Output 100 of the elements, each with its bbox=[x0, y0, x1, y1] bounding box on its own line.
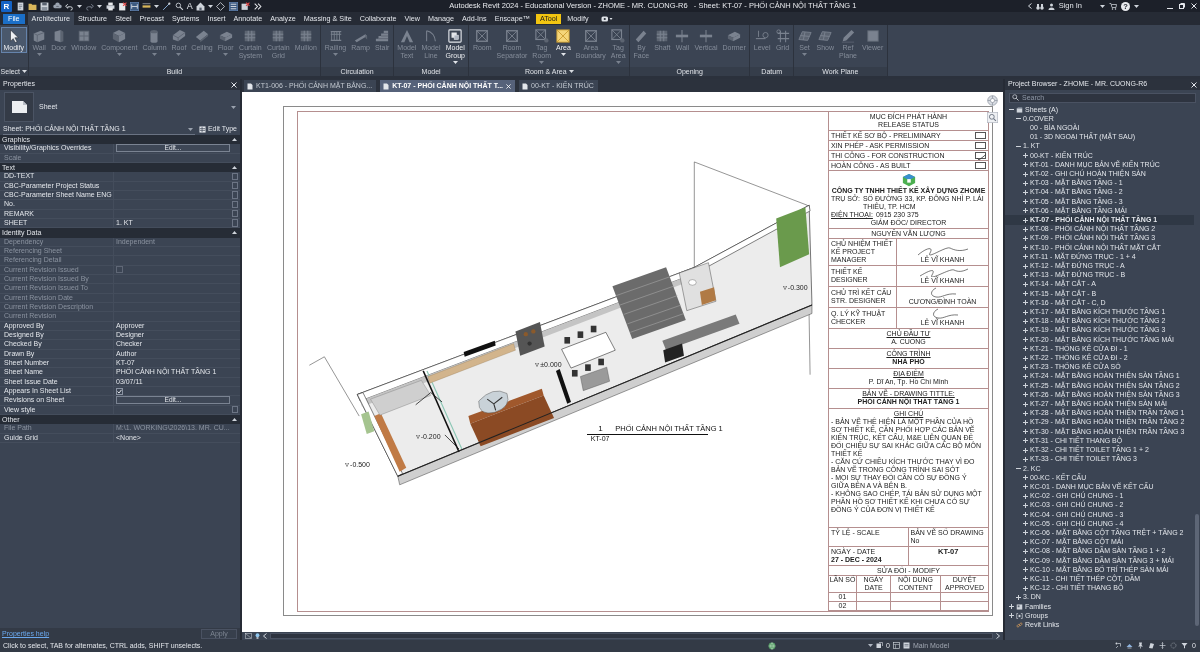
expand-icon[interactable] bbox=[1009, 604, 1014, 610]
user-icon[interactable] bbox=[1047, 2, 1055, 10]
collapse-icon[interactable] bbox=[1009, 107, 1014, 113]
caret-icon[interactable] bbox=[97, 4, 103, 8]
document-cross-icon[interactable] bbox=[117, 1, 127, 11]
cloud-icon[interactable] bbox=[52, 1, 62, 11]
expand-icon[interactable] bbox=[1023, 512, 1028, 518]
expand-icon[interactable] bbox=[1023, 291, 1028, 297]
checkbox[interactable] bbox=[116, 387, 123, 395]
diamond-icon[interactable] bbox=[216, 1, 226, 11]
caret-icon[interactable] bbox=[22, 70, 28, 73]
expand-icon[interactable] bbox=[1023, 364, 1028, 370]
collapse-icon[interactable] bbox=[1016, 143, 1021, 149]
expand-icon[interactable] bbox=[1023, 383, 1028, 389]
expand-icon[interactable] bbox=[1023, 235, 1028, 241]
expand-icon[interactable] bbox=[1023, 153, 1028, 159]
caret-icon[interactable] bbox=[868, 644, 873, 648]
expand-icon[interactable] bbox=[1023, 318, 1028, 324]
expand-icon[interactable] bbox=[1023, 502, 1028, 508]
expand-icon[interactable] bbox=[1023, 420, 1028, 425]
expand-icon[interactable] bbox=[1023, 429, 1028, 435]
list-icon[interactable] bbox=[902, 642, 910, 650]
expand-icon[interactable] bbox=[1023, 199, 1028, 205]
caret-icon[interactable] bbox=[1134, 4, 1139, 8]
expand-icon[interactable] bbox=[1023, 226, 1028, 232]
expand-icon[interactable] bbox=[1023, 576, 1028, 582]
expand-icon[interactable] bbox=[1023, 300, 1028, 306]
expand-icon[interactable] bbox=[1023, 281, 1028, 287]
window-cross-icon[interactable] bbox=[240, 1, 250, 11]
caret-icon[interactable] bbox=[208, 4, 214, 8]
panel-toggle-icon[interactable] bbox=[600, 15, 613, 22]
expand-icon[interactable] bbox=[1023, 521, 1028, 527]
text-tool[interactable]: A bbox=[186, 0, 193, 12]
pin-icon[interactable] bbox=[1137, 642, 1145, 650]
close-icon[interactable] bbox=[1191, 81, 1197, 88]
document-icon[interactable] bbox=[16, 1, 25, 11]
expand-icon[interactable] bbox=[1023, 355, 1028, 361]
scroll-left-icon[interactable] bbox=[263, 633, 267, 639]
filter-icon[interactable] bbox=[1181, 642, 1189, 650]
expand-icon[interactable] bbox=[1009, 613, 1014, 619]
caret-icon[interactable] bbox=[232, 138, 237, 142]
caret-icon[interactable] bbox=[560, 53, 566, 56]
horizontal-scrollbar[interactable] bbox=[270, 633, 993, 639]
magnifier-icon[interactable] bbox=[174, 1, 184, 11]
framed-diagonal-icon[interactable] bbox=[245, 633, 252, 639]
overlapping-squares-icon[interactable] bbox=[876, 642, 883, 650]
chevron-left-icon[interactable] bbox=[1027, 3, 1032, 9]
caret-icon[interactable] bbox=[1100, 4, 1105, 8]
zoom-icon[interactable] bbox=[987, 112, 998, 123]
expand-icon[interactable] bbox=[1023, 438, 1028, 444]
scrollbar-thumb[interactable] bbox=[1195, 514, 1199, 626]
close-icon[interactable] bbox=[231, 81, 237, 88]
expand-icon[interactable] bbox=[1023, 484, 1028, 490]
expand-icon[interactable] bbox=[1023, 171, 1028, 177]
cart-icon[interactable] bbox=[1109, 2, 1117, 10]
scroll-right-icon[interactable] bbox=[996, 633, 1000, 639]
expand-icon[interactable] bbox=[1023, 539, 1028, 545]
expand-icon[interactable] bbox=[1023, 392, 1028, 398]
list-box-icon[interactable] bbox=[228, 1, 238, 11]
expand-icon[interactable] bbox=[1016, 594, 1021, 600]
collapse-icon[interactable] bbox=[1016, 466, 1021, 471]
triangle-line-icon[interactable] bbox=[1126, 642, 1134, 650]
expand-icon[interactable] bbox=[1023, 272, 1028, 278]
collapse-icon[interactable] bbox=[1016, 116, 1021, 122]
arrow-corner-icon[interactable] bbox=[1115, 642, 1123, 650]
expand-icon[interactable] bbox=[1023, 346, 1028, 352]
expand-icon[interactable] bbox=[1023, 254, 1028, 260]
expand-icon[interactable] bbox=[1023, 475, 1028, 481]
expand-icon[interactable] bbox=[1023, 585, 1028, 591]
expand-icon[interactable] bbox=[1023, 245, 1028, 251]
expand-icon[interactable] bbox=[1023, 337, 1028, 343]
measure-icon[interactable] bbox=[129, 1, 139, 11]
caret-icon[interactable] bbox=[232, 418, 237, 421]
expand-icon[interactable] bbox=[1023, 327, 1028, 333]
expand-icon[interactable] bbox=[1023, 548, 1028, 554]
house-icon[interactable] bbox=[196, 1, 205, 11]
expand-icon[interactable] bbox=[1023, 180, 1028, 186]
printer-icon[interactable] bbox=[105, 1, 115, 11]
expand-icon[interactable] bbox=[1023, 309, 1028, 315]
expand-icon[interactable] bbox=[1023, 530, 1028, 536]
expand-icon[interactable] bbox=[1023, 374, 1028, 379]
globe-icon[interactable] bbox=[768, 642, 777, 650]
expand-icon[interactable] bbox=[1023, 401, 1028, 407]
move-arrows-icon[interactable] bbox=[1159, 642, 1167, 650]
app-logo[interactable]: R bbox=[1, 0, 12, 12]
binoculars-icon[interactable] bbox=[1035, 2, 1044, 10]
wand-icon[interactable] bbox=[162, 1, 172, 11]
caret-icon[interactable] bbox=[568, 70, 574, 73]
expand-icon[interactable] bbox=[1023, 447, 1028, 453]
chevrons-icon[interactable] bbox=[252, 1, 262, 11]
expand-icon[interactable] bbox=[1023, 208, 1028, 214]
layout-icon[interactable] bbox=[892, 642, 900, 650]
bar-line-icon[interactable] bbox=[142, 1, 152, 11]
caret-icon[interactable] bbox=[154, 4, 160, 8]
parallelogram-icon[interactable] bbox=[1148, 642, 1156, 650]
caret-icon[interactable] bbox=[232, 166, 237, 170]
expand-icon[interactable] bbox=[1023, 410, 1028, 416]
expand-icon[interactable] bbox=[1023, 493, 1028, 499]
caret-icon[interactable] bbox=[76, 4, 82, 8]
close-icon[interactable] bbox=[1191, 3, 1197, 9]
